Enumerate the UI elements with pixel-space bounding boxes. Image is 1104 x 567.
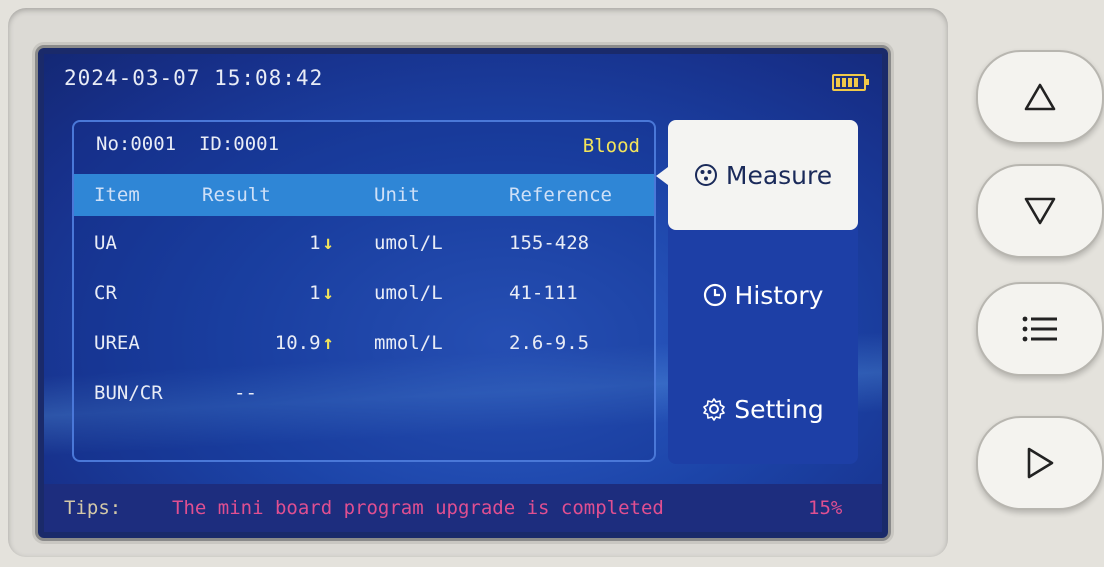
clock-icon — [703, 283, 726, 307]
header-reference: Reference — [509, 184, 612, 206]
menu-item-setting[interactable]: Setting — [668, 354, 858, 464]
row-result: -- — [234, 382, 257, 404]
row-result: 1 ↓ — [309, 282, 334, 304]
up-button[interactable] — [976, 50, 1104, 144]
header-unit: Unit — [374, 184, 420, 206]
up-arrow-icon: ↑ — [322, 332, 334, 354]
menu-label-history: History — [734, 280, 824, 310]
row-reference: 41-111 — [509, 282, 578, 304]
row-item: CR — [94, 282, 117, 304]
datetime-display: 2024-03-07 15:08:42 — [64, 66, 324, 90]
menu-item-history[interactable]: History — [668, 240, 858, 350]
list-icon — [1022, 316, 1057, 342]
table-row: BUN/CR -- — [74, 372, 654, 418]
row-item: UA — [94, 232, 117, 254]
tips-message: The mini board program upgrade is comple… — [172, 497, 664, 519]
gear-icon — [703, 398, 726, 421]
down-arrow-icon — [1024, 197, 1056, 225]
tips-bar: Tips: The mini board program upgrade is … — [44, 484, 882, 532]
tips-label: Tips: — [64, 497, 122, 519]
play-button[interactable] — [976, 416, 1104, 510]
tips-progress: 15% — [808, 497, 843, 519]
down-arrow-icon: ↓ — [322, 282, 334, 304]
row-reference: 155-428 — [509, 232, 590, 254]
header-result: Result — [202, 184, 271, 206]
up-arrow-icon — [1024, 83, 1056, 111]
side-menu: Measure History Setting — [656, 120, 858, 464]
menu-button[interactable] — [976, 282, 1104, 376]
row-result: 10.9 ↑ — [274, 332, 334, 354]
row-unit: umol/L — [374, 232, 443, 254]
row-result: 1 ↓ — [309, 232, 334, 254]
play-icon — [1027, 447, 1054, 479]
down-button[interactable] — [976, 164, 1104, 258]
menu-label-measure: Measure — [725, 160, 833, 190]
row-unit: umol/L — [374, 282, 443, 304]
down-arrow-icon: ↓ — [322, 232, 334, 254]
row-item: UREA — [94, 332, 140, 354]
header-item: Item — [94, 184, 140, 206]
table-row: UREA 10.9 ↑ mmol/L 2.6-9.5 — [74, 322, 654, 368]
table-row: UA 1 ↓ umol/L 155-428 — [74, 222, 654, 268]
sample-type: Blood — [582, 135, 640, 157]
record-id: No:0001 ID:0001 — [96, 133, 280, 155]
measure-icon — [694, 164, 717, 186]
row-unit: mmol/L — [374, 332, 443, 354]
panel-header: No:0001 ID:0001 Blood — [74, 122, 654, 166]
table-header: Item Result Unit Reference — [74, 174, 654, 216]
menu-item-measure[interactable]: Measure — [656, 120, 858, 230]
row-reference: 2.6-9.5 — [509, 332, 590, 354]
battery-icon — [832, 74, 869, 91]
menu-label-setting: Setting — [734, 394, 824, 424]
screen-frame: 2024-03-07 15:08:42 No:0001 ID:0001 Bloo… — [38, 48, 888, 538]
display-screen: 2024-03-07 15:08:42 No:0001 ID:0001 Bloo… — [44, 54, 882, 532]
row-item: BUN/CR — [94, 382, 163, 404]
device-bezel: 2024-03-07 15:08:42 No:0001 ID:0001 Bloo… — [8, 8, 948, 557]
results-panel: No:0001 ID:0001 Blood Item Result Unit R… — [72, 120, 656, 462]
table-row: CR 1 ↓ umol/L 41-111 — [74, 272, 654, 318]
